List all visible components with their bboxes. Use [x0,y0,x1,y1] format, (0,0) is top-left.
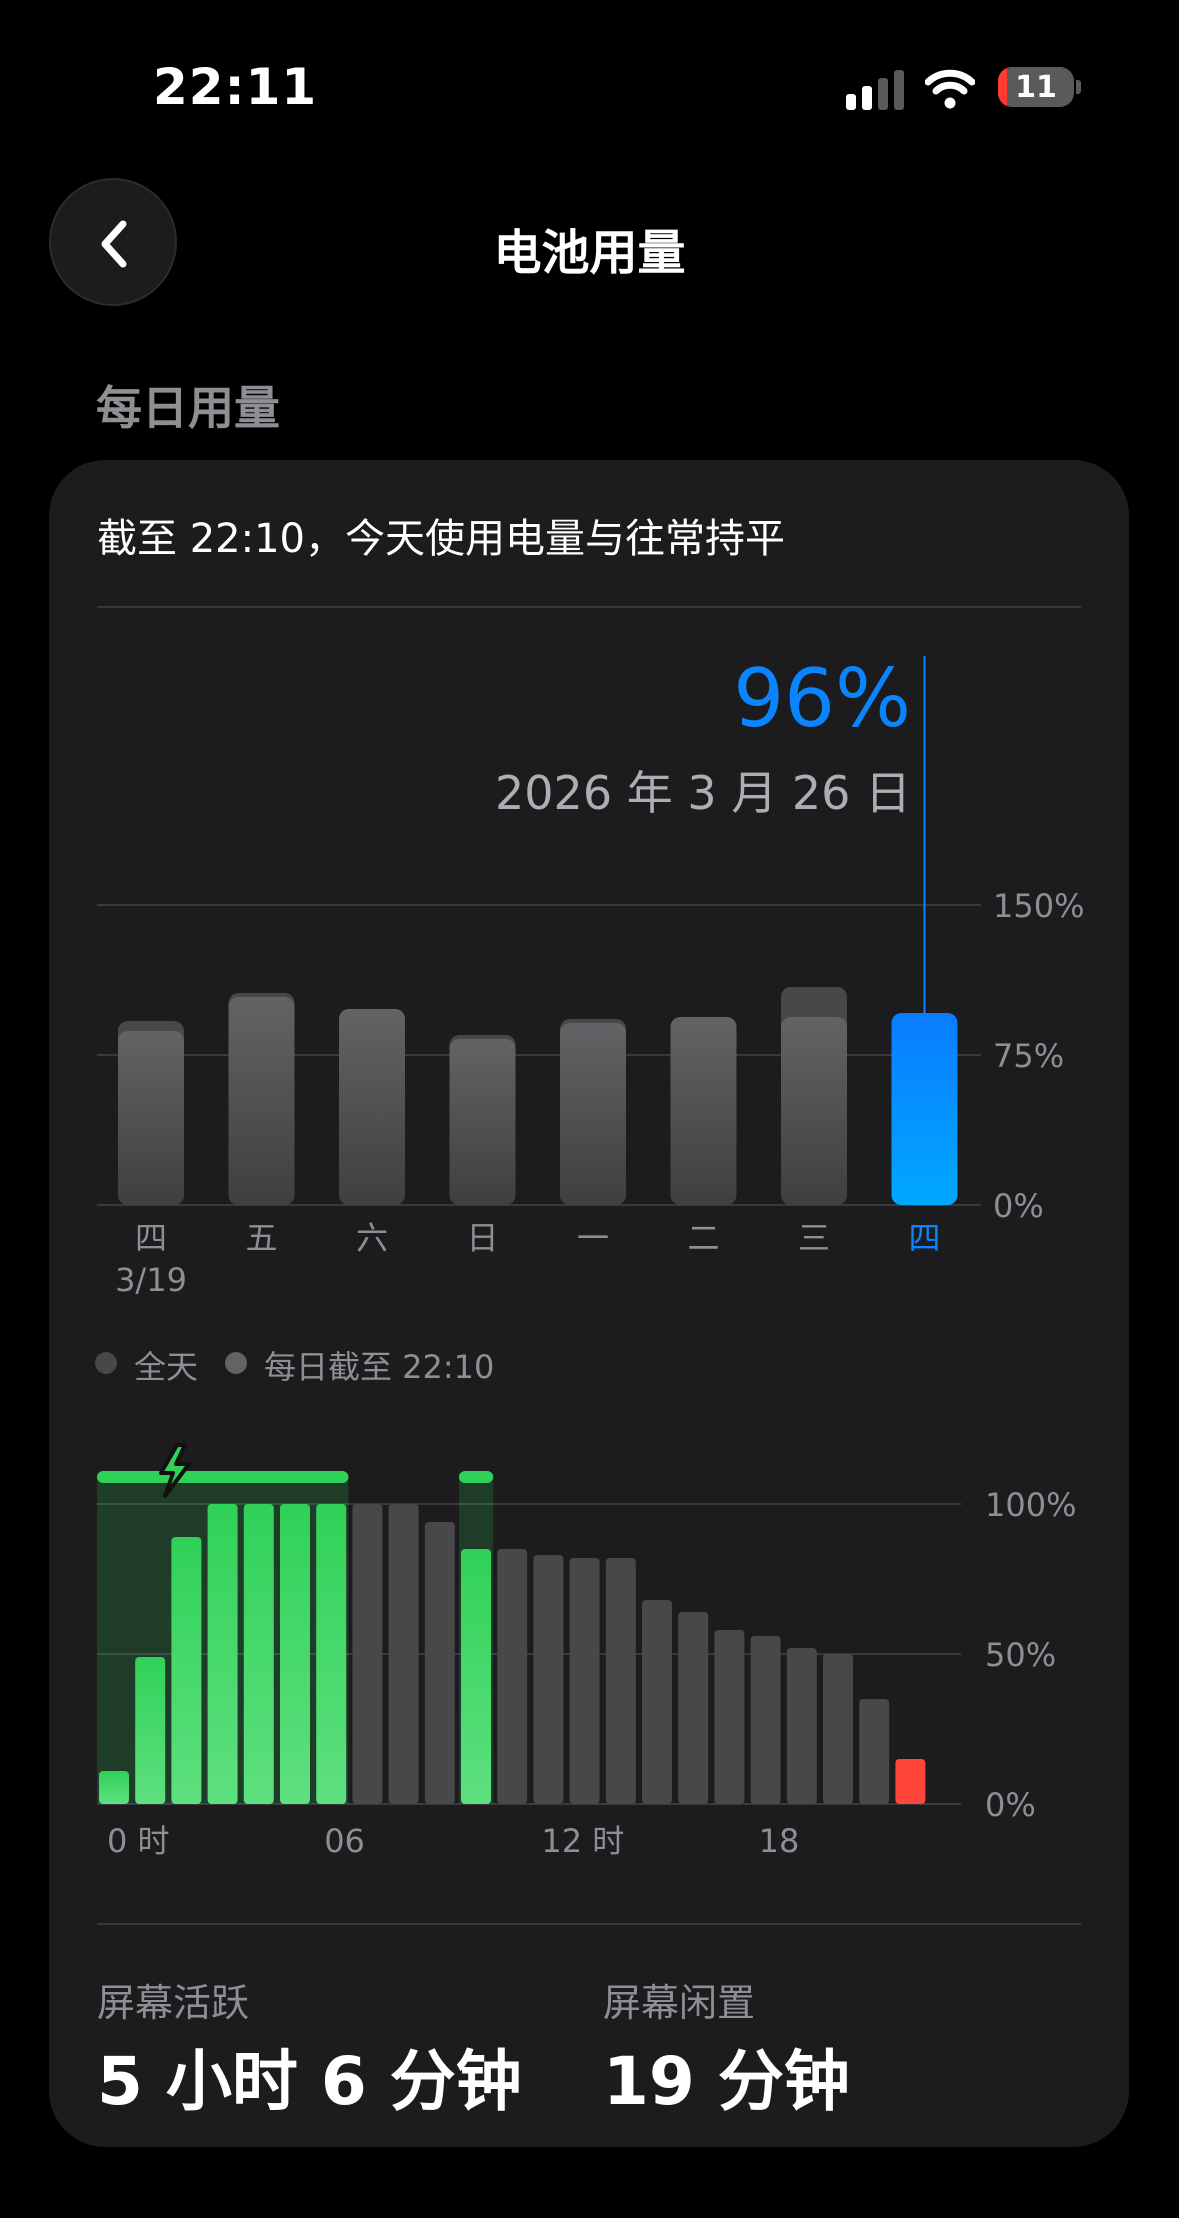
y-tick-label: 50% [985,1636,1056,1674]
screen-active-value: 5 小时 6 分钟 [97,2043,522,2120]
page-title: 电池用量 [493,225,686,281]
x-tick-label: 0 时 [107,1822,170,1860]
hour-bar [859,1699,890,1804]
hour-bar [895,1759,926,1804]
y-tick-label: 100% [985,1486,1076,1524]
divider [97,1923,1081,1925]
wifi-icon [925,69,975,109]
hour-bar [99,1771,129,1804]
hour-bar [243,1504,274,1804]
hour-bar [352,1504,383,1804]
charging-indicator [459,1471,494,1483]
hour-bar [424,1522,455,1804]
y-tick-label: 0% [985,1786,1036,1824]
hour-bar [280,1504,310,1804]
hour-bar [678,1612,709,1804]
battery-level: 11 [1015,70,1057,105]
screen-idle-value: 19 分钟 [603,2043,850,2120]
hour-bar [171,1537,202,1804]
screen-active-label: 屏幕活跃 [97,1981,250,2025]
hour-bar [497,1549,528,1804]
hour-bar [135,1657,166,1804]
screen-idle-label: 屏幕闲置 [603,1981,756,2025]
battery-icon: 11 [998,67,1074,107]
status-time: 22:11 [153,58,318,116]
hour-bar [569,1558,600,1804]
battery-usage-card: 截至 22:10，今天使用电量与往常持平 96% 2026 年 3 月 26 日… [49,460,1129,2147]
hour-bar [750,1636,781,1804]
hour-bar [461,1549,491,1804]
hour-bar [316,1504,347,1804]
hour-bar [823,1654,853,1804]
hour-bar [388,1504,419,1804]
hour-bar [714,1630,745,1804]
cellular-signal-icon [846,70,904,110]
hourly-battery-level-chart[interactable]: 100% 50% 0% 0 时 06 12 时 18 [49,460,1129,1880]
x-tick-label: 18 [759,1822,800,1860]
hour-bar [605,1558,636,1804]
x-tick-label: 12 时 [541,1822,624,1860]
x-tick-label: 06 [324,1822,365,1860]
charging-indicator [97,1471,349,1483]
hour-bar [533,1555,564,1804]
hour-bar [642,1600,672,1804]
section-title: 每日用量 [96,381,280,435]
hour-bar [786,1648,817,1804]
battery-tip [1076,80,1081,94]
hour-bar [207,1504,238,1804]
